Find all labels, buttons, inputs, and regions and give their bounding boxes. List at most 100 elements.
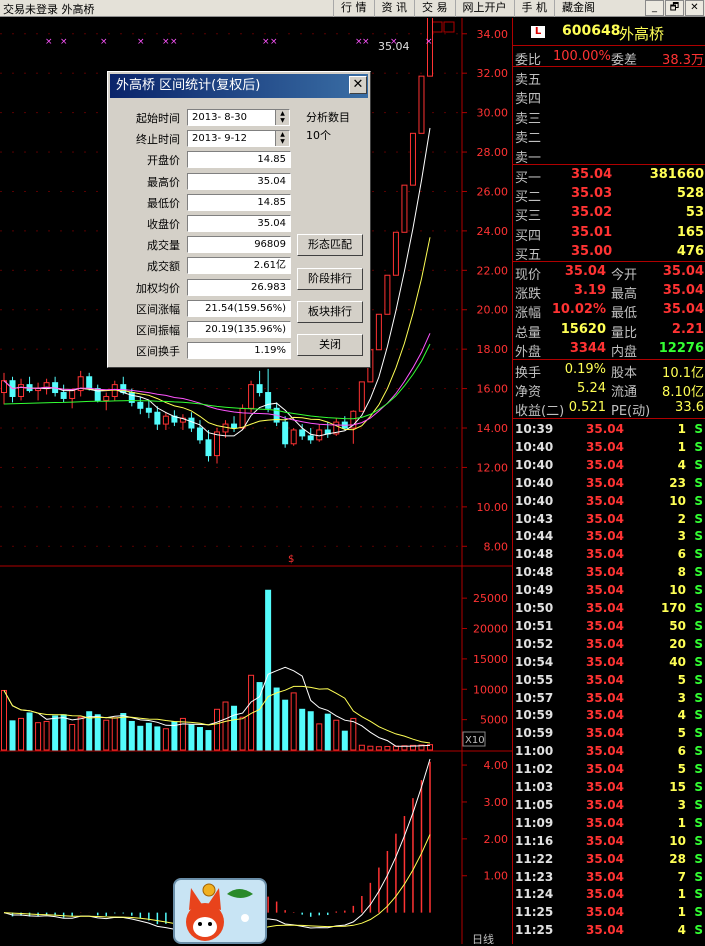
tick-time: 10:48	[515, 565, 554, 580]
tick-time: 10:51	[515, 618, 554, 633]
tick-price: 35.04	[586, 815, 624, 830]
tick-price: 35.04	[586, 475, 624, 490]
y-tick-label: 14.00	[477, 422, 509, 435]
candle-body	[35, 388, 42, 392]
tick-side: S	[694, 583, 703, 598]
field-value: 2013- 9-12	[192, 133, 247, 145]
y-tick-label: 18.00	[477, 343, 509, 356]
y-tick-label: 10.00	[477, 501, 509, 514]
value-field: 21.54(159.56%)	[187, 299, 291, 317]
spinner-icon[interactable]: ▲ ▼	[275, 110, 289, 125]
chart-toggle-icon	[443, 21, 455, 33]
tick-time: 10:54	[515, 654, 554, 669]
tick-row: 11:03 35.04 15 S	[513, 779, 705, 797]
spinner-icon[interactable]: ▲ ▼	[275, 131, 289, 147]
volume-bar	[18, 717, 25, 751]
sell-level-label: 卖三	[515, 111, 542, 127]
stat-value: 2.21	[671, 321, 704, 337]
close-icon[interactable]: ✕	[349, 76, 367, 94]
tick-row: 11:05 35.04 3 S	[513, 797, 705, 815]
volume-bar	[341, 730, 348, 751]
tick-row: 11:23 35.04 7 S	[513, 869, 705, 887]
tick-volume: 5	[677, 672, 686, 687]
candle-body	[188, 417, 195, 429]
candle-body	[256, 384, 263, 394]
stat-label: 总量	[515, 325, 542, 341]
tick-price: 35.04	[586, 833, 624, 848]
tick-time: 10:43	[515, 511, 554, 526]
tick-price: 35.04	[586, 439, 624, 454]
stat-label: 内盘	[611, 344, 638, 360]
restore-icon[interactable]: 🗗	[665, 0, 684, 16]
close-window-icon[interactable]: ✕	[685, 0, 704, 16]
tick-price: 35.04	[586, 618, 624, 633]
date-field[interactable]: 2013- 8-30 ▲ ▼	[187, 109, 290, 126]
candle-body	[299, 429, 306, 437]
event-marker: ×	[390, 37, 398, 47]
menu-item-4[interactable]: 手 机	[513, 0, 555, 17]
sector-ranking-button[interactable]: 板块排行	[297, 301, 363, 323]
tick-side: S	[694, 851, 703, 866]
close-button[interactable]: 关闭	[297, 334, 363, 356]
candle-body	[145, 407, 152, 413]
tick-volume: 5	[677, 762, 686, 777]
vol-tick-label: 5000	[480, 714, 508, 727]
menu-item-5[interactable]: 藏金阁	[554, 0, 602, 17]
buy-level-volume: 476	[676, 243, 704, 259]
candle-body	[282, 421, 289, 445]
stat-value: 33.6	[675, 400, 704, 416]
minimize-icon[interactable]: _	[645, 0, 664, 16]
field-value: 2.61亿	[253, 260, 286, 272]
tick-row: 10:59 35.04 4 S	[513, 707, 705, 725]
fundamental-row: 净资 5.24 流通 8.10亿	[513, 380, 705, 400]
stat-value: 0.521	[568, 400, 606, 416]
stage-ranking-button[interactable]: 阶段排行	[297, 268, 363, 290]
y-tick-label: 24.00	[477, 225, 509, 238]
tick-time: 10:52	[515, 636, 554, 651]
volume-bar	[265, 589, 272, 751]
field-label: 加权均价	[136, 281, 180, 295]
mascot-widget[interactable]	[173, 878, 267, 944]
field-value: 20.19(135.96%)	[205, 324, 286, 335]
tick-time: 11:02	[515, 762, 554, 777]
event-marker: ×	[45, 37, 53, 47]
tick-row: 10:48 35.04 8 S	[513, 564, 705, 582]
stat-label: 最低	[611, 306, 638, 322]
title-bar: 交易未登录 外高桥 行 情资 讯交 易网上开户手 机藏金阁 _ 🗗 ✕	[0, 0, 705, 17]
stat-value: 15620	[560, 321, 606, 337]
menu-item-1[interactable]: 资 讯	[373, 0, 415, 17]
tick-price: 35.04	[586, 493, 624, 508]
y-tick-label: 34.00	[477, 28, 509, 41]
stat-value: 35.04	[564, 264, 606, 279]
tick-row: 11:16 35.04 10 S	[513, 833, 705, 851]
tick-time: 11:24	[515, 887, 554, 902]
tick-volume: 1	[677, 422, 686, 436]
value-field: 1.19%	[187, 342, 291, 360]
date-field[interactable]: 2013- 9-12 ▲ ▼	[187, 130, 290, 148]
field-label: 区间振幅	[136, 324, 180, 337]
tick-time: 10:55	[515, 672, 554, 687]
tick-price: 35.04	[586, 762, 624, 777]
buy-level-label: 买四	[515, 228, 542, 244]
tick-price: 35.04	[586, 457, 624, 472]
tick-row: 10:40 35.04 4 S	[513, 457, 705, 475]
menu-item-0[interactable]: 行 情	[333, 0, 374, 17]
stat-value: 10.02%	[551, 302, 606, 318]
tick-price: 35.04	[586, 565, 624, 580]
volume-bar	[324, 713, 331, 751]
buy-level-volume: 381660	[649, 167, 704, 182]
volume-bar	[375, 746, 382, 751]
tick-price: 35.04	[586, 744, 624, 759]
pattern-match-button[interactable]: 形态匹配	[297, 234, 363, 256]
menu-item-3[interactable]: 网上开户	[454, 0, 514, 17]
volume-bar	[239, 716, 246, 751]
tick-volume: 5	[677, 726, 686, 741]
chart-toggle-icon	[431, 21, 443, 33]
stat-value: 12276	[658, 340, 704, 356]
stat-label: 涨跌	[515, 287, 542, 303]
tick-time: 11:25	[515, 905, 554, 920]
tick-volume: 8	[677, 565, 686, 580]
tick-price: 35.04	[586, 636, 624, 651]
menu-item-2[interactable]: 交 易	[414, 0, 455, 17]
tick-price: 35.04	[586, 726, 624, 741]
